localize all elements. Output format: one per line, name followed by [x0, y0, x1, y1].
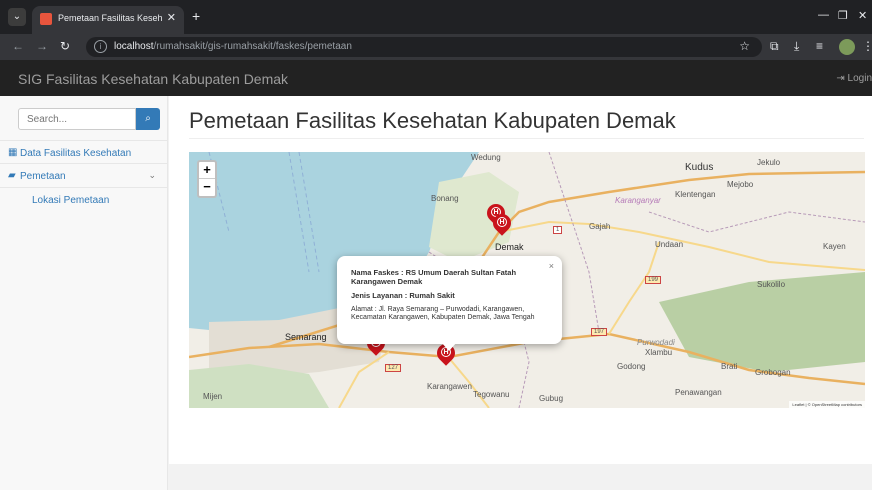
main-content: Pemetaan Fasilitas Kesehatan Kabupaten D…: [169, 96, 872, 464]
map-label-wedung: Wedung: [471, 153, 501, 162]
map-label-mijen: Mijen: [203, 392, 223, 401]
marker-popup: × Nama Faskes : RS Umum Daerah Sultan Fa…: [337, 256, 562, 351]
tab-close-icon[interactable]: ✕: [167, 11, 176, 24]
map-label-gubug: Gubug: [539, 394, 564, 403]
popup-tip: [441, 342, 457, 351]
sidebar-item-data-faskes[interactable]: ▦ Data Fasilitas Kesehatan: [0, 140, 168, 164]
popup-faskes-name: Nama Faskes : RS Umum Daerah Sultan Fata…: [351, 268, 517, 286]
sidebar-subitem-lokasi[interactable]: Lokasi Pemetaan: [0, 195, 168, 219]
map-label-demak: Demak: [495, 242, 524, 252]
login-label: Login: [847, 73, 872, 84]
leaflet-map[interactable]: + − Wedung Kudus Jekulo Mejobo Bonang Ka…: [189, 152, 865, 408]
popup-close-button[interactable]: ×: [549, 261, 554, 271]
map-label-bonang: Bonang: [431, 194, 459, 203]
login-link[interactable]: ⇥ Login: [836, 73, 872, 84]
road-number-badge: 197: [591, 328, 608, 336]
road-number-badge: 199: [645, 276, 662, 284]
reload-icon[interactable]: ↻: [60, 39, 70, 53]
tab-title: Pemetaan Fasilitas Kesehatan K: [58, 13, 162, 23]
download-icon[interactable]: ⤓: [794, 39, 799, 54]
map-label-kudus: Kudus: [685, 162, 714, 173]
menu-dots-icon[interactable]: ⋮: [862, 39, 872, 53]
map-label-mejobo: Mejobo: [727, 180, 754, 189]
map-label-purwodadi: Purwodadi: [637, 338, 675, 347]
map-attribution[interactable]: Leaflet | © OpenStreetMap contributors: [789, 401, 865, 408]
hospital-marker[interactable]: H: [489, 210, 515, 242]
road-number-badge: 127: [385, 364, 402, 372]
map-icon: ▰: [8, 170, 16, 181]
popup-address: Alamat : Jl. Raya Semarang – Purwodadi, …: [351, 306, 535, 321]
map-label-semarang: Semarang: [285, 332, 327, 342]
search-button[interactable]: ⌕: [136, 108, 160, 130]
favicon-icon: [40, 13, 52, 25]
login-icon: ⇥: [836, 73, 848, 84]
map-label-penawangan: Penawangan: [675, 388, 722, 397]
sidebar-search: ⌕: [18, 108, 160, 130]
sidebar-subitem-label: Lokasi Pemetaan: [32, 195, 110, 206]
map-label-grobogan: Grobogan: [755, 368, 791, 377]
map-label-jekulo: Jekulo: [757, 158, 781, 167]
map-label-karanganyar: Karanganyar: [615, 196, 661, 205]
zoom-control: + −: [197, 160, 217, 198]
table-icon: ▦: [8, 147, 18, 158]
map-label-kayen: Kayen: [823, 242, 846, 251]
map-label-gajah: Gajah: [589, 222, 611, 231]
new-tab-icon[interactable]: +: [192, 8, 200, 24]
browser-toolbar: ← → ↻ i localhost/rumahsakit/gis-rumahsa…: [0, 34, 872, 60]
sidebar-item-pemetaan[interactable]: ▰ Pemetaan ⌄: [0, 164, 168, 188]
search-icon: ⌕: [145, 113, 151, 124]
sidebar-item-label: Pemetaan: [20, 171, 66, 182]
popup-service-type: Jenis Layanan : Rumah Sakit: [351, 291, 455, 300]
map-label-xlambu: Xlambu: [645, 348, 673, 357]
title-divider: [189, 138, 864, 139]
reading-list-icon[interactable]: ≡: [816, 39, 823, 53]
chevron-down-icon: ⌄: [148, 170, 156, 180]
profile-avatar-icon[interactable]: [839, 39, 855, 55]
url-text: localhost/rumahsakit/gis-rumahsakit/fask…: [114, 41, 352, 52]
brand-title[interactable]: SIG Fasilitas Kesehatan Kabupaten Demak: [18, 71, 288, 87]
address-bar[interactable]: i localhost/rumahsakit/gis-rumahsakit/fa…: [86, 37, 762, 57]
zoom-out-button[interactable]: −: [199, 179, 215, 196]
site-info-icon[interactable]: i: [94, 40, 107, 53]
forward-icon[interactable]: →: [36, 39, 48, 53]
map-label-brati: Brati: [721, 362, 738, 371]
browser-tab-bar: ⌄ Pemetaan Fasilitas Kesehatan K ✕ + — ❐…: [0, 0, 872, 34]
map-label-tegowanu: Tegowanu: [473, 390, 510, 399]
map-label-undaan: Undaan: [655, 240, 684, 249]
restore-icon[interactable]: ❐: [838, 9, 848, 22]
back-icon[interactable]: ←: [12, 39, 24, 53]
map-label-karangawen: Karangawen: [427, 382, 472, 391]
tab-search-chevron-icon[interactable]: ⌄: [8, 8, 26, 26]
hospital-marker-icon: H: [497, 217, 507, 227]
page-title: Pemetaan Fasilitas Kesehatan Kabupaten D…: [189, 108, 676, 133]
extensions-icon[interactable]: ⧉: [770, 39, 779, 54]
bookmark-star-icon[interactable]: ☆: [739, 39, 750, 53]
sidebar: ⌕ ▦ Data Fasilitas Kesehatan ▰ Pemetaan …: [0, 96, 168, 490]
map-label-godong: Godong: [617, 362, 646, 371]
sidebar-item-label: Data Fasilitas Kesehatan: [20, 148, 132, 159]
app-navbar: SIG Fasilitas Kesehatan Kabupaten Demak …: [0, 60, 872, 96]
browser-tab[interactable]: Pemetaan Fasilitas Kesehatan K ✕: [32, 6, 184, 34]
search-input[interactable]: [18, 108, 136, 130]
zoom-in-button[interactable]: +: [199, 162, 215, 179]
close-window-icon[interactable]: ✕: [858, 9, 867, 22]
map-label-sukolilo: Sukolilo: [757, 280, 786, 289]
minimize-icon[interactable]: —: [818, 9, 829, 21]
map-label-klentengan: Klentengan: [675, 190, 716, 199]
road-number-badge: 1: [553, 226, 563, 234]
footer-area: [169, 464, 872, 490]
